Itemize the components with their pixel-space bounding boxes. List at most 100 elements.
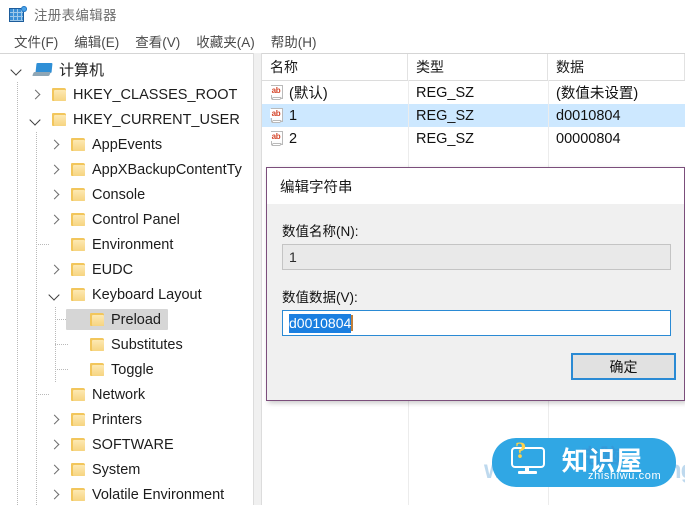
tree-item-label: Preload [111,311,161,328]
tree-item-hkey-classes-root[interactable]: HKEY_CLASSES_ROOT [0,82,253,107]
folder-icon [52,88,66,101]
tree-item-environment[interactable]: Environment [0,232,253,257]
tree-item-keyboard-layout[interactable]: Keyboard Layout [0,282,253,307]
tree-item-toggle[interactable]: Toggle [0,357,253,382]
value-name-text: (默认) [289,86,328,102]
chevron-right-icon[interactable] [47,262,63,278]
tree-item-system[interactable]: System [0,457,253,482]
folder-icon [90,363,104,376]
pane-splitter[interactable] [253,53,262,505]
window-title: 注册表编辑器 [34,8,117,23]
tree-item-label: EUDC [92,261,134,278]
menu-favorites-label: 收藏夹(A) [196,34,255,50]
folder-icon [71,413,85,426]
tree-item-label: Substitutes [111,336,183,353]
value-type-cell: REG_SZ [408,127,548,150]
tree-item-label: HKEY_CLASSES_ROOT [73,86,238,103]
column-header-label: 类型 [416,59,444,75]
column-header-2[interactable]: 数据 [548,54,685,80]
value-data-cell: (数值未设置) [548,81,685,104]
folder-icon [71,263,85,276]
menu-bar: 文件(F) 编辑(E) 查看(V) 收藏夹(A) 帮助(H) [0,28,685,53]
column-header-label: 名称 [270,59,298,75]
tree-item-printers[interactable]: Printers [0,407,253,432]
chevron-right-icon[interactable] [47,137,63,153]
tree-item-substitutes[interactable]: Substitutes [0,332,253,357]
registry-tree[interactable]: 计算机 HKEY_CLASSES_ROOT HKEY_CURRENT_USER App… [0,54,253,505]
value-data-cell: d0010804 [548,104,685,127]
folder-icon [71,163,85,176]
text-caret [351,315,354,331]
folder-icon [71,188,85,201]
chevron-right-icon[interactable] [47,187,63,203]
ok-button[interactable]: 确定 [571,353,676,380]
tree-item-network[interactable]: Network [0,382,253,407]
tree-item-hkey-current-user[interactable]: HKEY_CURRENT_USER [0,107,253,132]
chevron-right-icon[interactable] [47,437,63,453]
tree-item-software[interactable]: SOFTWARE [0,432,253,457]
tree-item-label: System [92,461,141,478]
tree-item-appxbackupcontentty[interactable]: AppXBackupContentTy [0,157,253,182]
values-list-header: 名称 类型 数据 [262,54,685,81]
tree-item-label: SOFTWARE [92,436,174,453]
value-data-label: 数值数据(V): [282,290,358,305]
tree-item-label: Toggle [111,361,154,378]
tree-item-label: AppEvents [92,136,163,153]
string-value-icon: ab [270,131,285,146]
table-row[interactable]: ab 1 REG_SZ d0010804 [262,104,685,127]
value-data-text: d0010804 [289,313,352,333]
chevron-right-icon[interactable] [47,487,63,503]
dialog-title: 编辑字符串 [267,168,684,204]
menu-file[interactable]: 文件(F) [6,29,66,53]
value-name-text: 1 [289,249,297,265]
string-value-icon: ab [270,108,285,123]
dialog-body: 数值名称(N): 1 数值数据(V): d0010804 确定 [267,204,684,400]
tree-item-control-panel[interactable]: Control Panel [0,207,253,232]
value-name-label: 数值名称(N): [282,224,359,239]
registry-editor-window: 注册表编辑器 文件(F) 编辑(E) 查看(V) 收藏夹(A) 帮助(H) 计算… [0,0,685,505]
edit-string-dialog[interactable]: 编辑字符串 数值名称(N): 1 数值数据(V): d0010804 确定 [266,167,685,401]
table-row[interactable]: ab (默认) REG_SZ (数值未设置) [262,81,685,104]
column-header-1[interactable]: 类型 [408,54,548,80]
chevron-down-icon[interactable] [28,112,44,128]
value-name-cell: ab 2 [262,127,408,150]
chevron-right-icon[interactable] [47,212,63,228]
value-name-text: 2 [289,130,298,147]
folder-icon [71,213,85,226]
registry-tree-pane[interactable]: 计算机 HKEY_CLASSES_ROOT HKEY_CURRENT_USER App… [0,53,253,505]
menu-favorites[interactable]: 收藏夹(A) [188,29,263,53]
column-header-0[interactable]: 名称 [262,54,408,80]
tree-item-label: Environment [92,236,174,253]
chevron-down-icon[interactable] [47,287,63,303]
computer-icon [32,62,53,77]
values-list-body[interactable]: ab (默认) REG_SZ (数值未设置) ab 1 REG_SZ d0010804 ab 2 R… [262,81,685,150]
string-value-icon: ab [270,85,285,100]
tree-item-volatile-environment[interactable]: Volatile Environment [0,482,253,505]
table-row[interactable]: ab 2 REG_SZ 00000804 [262,127,685,150]
value-name-input[interactable]: 1 [282,244,671,270]
tree-item-[interactable]: 计算机 [0,57,253,82]
chevron-right-icon[interactable] [47,462,63,478]
chevron-down-icon[interactable] [9,62,25,78]
value-name-text: 1 [289,107,298,124]
tree-item-appevents[interactable]: AppEvents [0,132,253,157]
tree-item-console[interactable]: Console [0,182,253,207]
folder-icon [71,238,85,251]
column-header-label: 数据 [556,59,584,75]
tree-item-label: Control Panel [92,211,180,228]
tree-item-label: HKEY_CURRENT_USER [73,111,240,128]
value-data-input[interactable]: d0010804 [282,310,671,336]
value-type-cell: REG_SZ [408,81,548,104]
chevron-right-icon[interactable] [28,87,44,103]
menu-edit[interactable]: 编辑(E) [66,29,127,53]
menu-view[interactable]: 查看(V) [127,29,188,53]
chevron-right-icon[interactable] [47,162,63,178]
tree-item-preload[interactable]: Preload [0,307,253,332]
menu-help[interactable]: 帮助(H) [263,29,325,53]
tree-item-eudc[interactable]: EUDC [0,257,253,282]
folder-icon [71,463,85,476]
chevron-right-icon[interactable] [47,412,63,428]
